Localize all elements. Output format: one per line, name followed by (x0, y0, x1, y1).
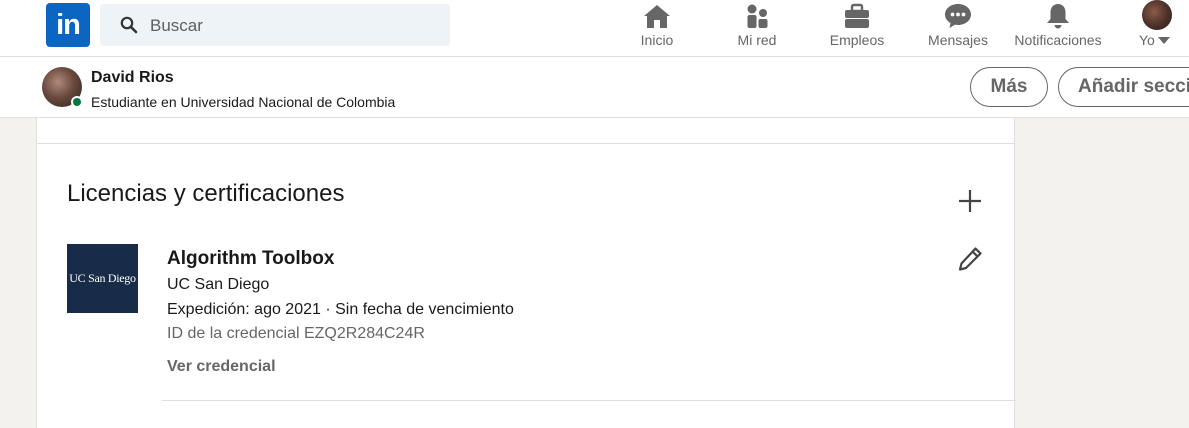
divider (162, 400, 1016, 401)
global-nav: in Buscar Inicio Mi red Empleos Mensajes… (0, 0, 1189, 57)
ucsd-logo[interactable]: UC San Diego (67, 244, 138, 313)
search-input[interactable]: Buscar (150, 16, 203, 36)
nav-item-inicio[interactable]: Inicio (622, 0, 692, 57)
more-button[interactable]: Más (970, 67, 1048, 107)
add-icon[interactable] (955, 186, 985, 216)
certification-title: Algorithm Toolbox (167, 248, 335, 269)
profile-name: David Rios (91, 69, 174, 86)
divider (37, 143, 1014, 144)
section-title: Licencias y certificaciones (67, 180, 345, 207)
nav-label: Notificaciones (1014, 32, 1102, 48)
nav-item-mensajes[interactable]: Mensajes (922, 0, 994, 57)
briefcase-icon (845, 3, 869, 28)
nav-label: Mi red (737, 32, 777, 48)
add-section-button[interactable]: Añadir sección (1058, 67, 1189, 107)
avatar (1142, 0, 1172, 30)
nav-label: Empleos (829, 32, 885, 48)
credential-id: ID de la credencial EZQ2R284C24R (167, 325, 425, 342)
certifications-card: Licencias y certificaciones UC San Diego… (36, 118, 1016, 428)
nav-item-empleos[interactable]: Empleos (822, 0, 892, 57)
home-icon (644, 5, 670, 28)
nav-item-yo[interactable]: Yo (1130, 0, 1186, 57)
linkedin-logo[interactable]: in (46, 3, 90, 47)
online-status-dot (71, 96, 83, 108)
nav-label: Mensajes (928, 32, 988, 48)
profile-headline: Estudiante en Universidad Nacional de Co… (91, 94, 396, 110)
nav-label-yo: Yo (1139, 32, 1179, 48)
search-icon (120, 16, 138, 34)
view-credential-link[interactable]: Ver credencial (167, 358, 276, 376)
certification-issuer: UC San Diego (167, 276, 270, 293)
messaging-icon (945, 4, 971, 28)
pencil-edit-icon[interactable] (955, 244, 985, 274)
caret-down-icon (1157, 37, 1170, 44)
bell-icon (1047, 4, 1069, 29)
nav-item-notificaciones[interactable]: Notificaciones (1006, 0, 1110, 57)
nav-label: Inicio (640, 32, 674, 48)
certification-dates: Expedición: ago 2021 · Sin fecha de venc… (167, 301, 514, 318)
nav-item-mi-red[interactable]: Mi red (722, 0, 792, 57)
my-network-icon (747, 4, 768, 28)
profile-sticky-bar: David Rios Estudiante en Universidad Nac… (0, 57, 1189, 118)
search-bar[interactable]: Buscar (100, 4, 450, 46)
